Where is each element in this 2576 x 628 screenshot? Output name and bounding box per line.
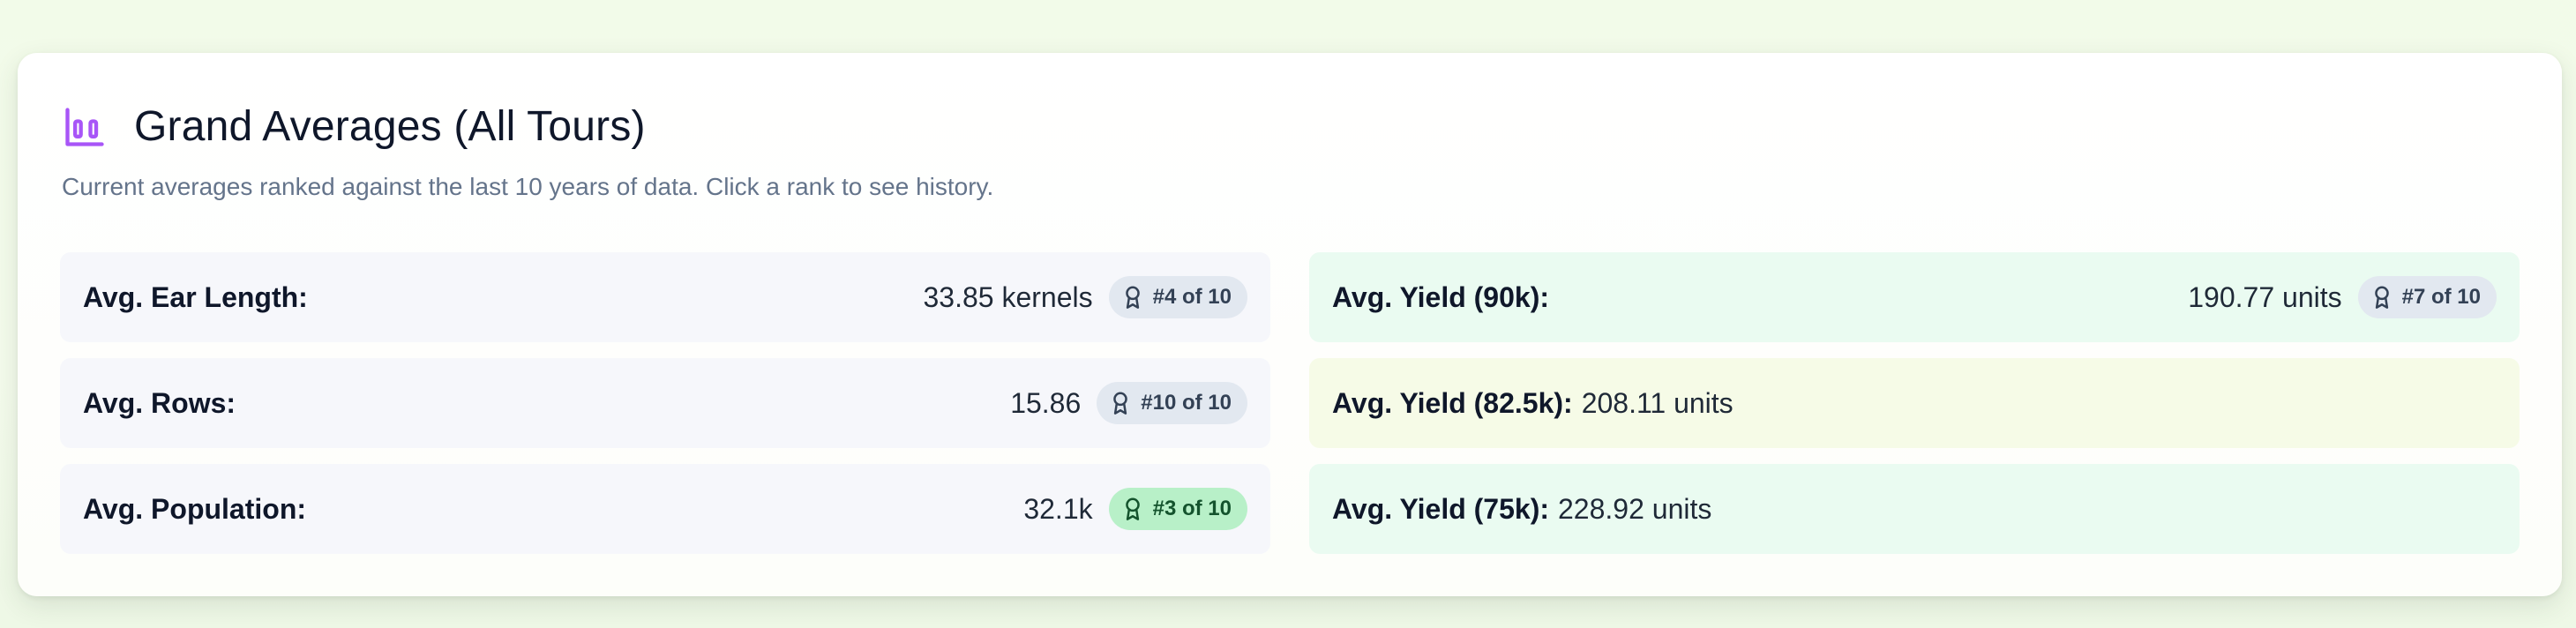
stat-value: 15.86 xyxy=(1010,386,1082,419)
card-title: Grand Averages (All Tours) xyxy=(134,103,646,150)
card-header: Grand Averages (All Tours) xyxy=(62,102,646,151)
stat-label: Avg. Ear Length: xyxy=(83,280,308,313)
rank-badge[interactable]: #3 of 10 xyxy=(1108,488,1247,530)
stat-value: 190.77 units xyxy=(2188,280,2342,313)
rank-text: #3 of 10 xyxy=(1152,497,1232,520)
stat-yield-82-5k: Avg. Yield (82.5k): 208.11 units xyxy=(1309,358,2520,448)
award-icon xyxy=(2374,286,2389,309)
stat-value: 33.85 kernels xyxy=(923,280,1093,313)
stat-value: 228.92 units xyxy=(1558,492,1712,525)
stat-yield-75k: Avg. Yield (75k): 228.92 units xyxy=(1309,464,2520,554)
card-subtitle: Current averages ranked against the last… xyxy=(62,173,994,200)
stat-population: Avg. Population: 32.1k #3 of 10 xyxy=(60,464,1270,554)
stat-label: Avg. Population: xyxy=(83,492,307,525)
rank-text: #4 of 10 xyxy=(1152,285,1232,309)
rank-text: #10 of 10 xyxy=(1141,391,1232,415)
grand-averages-card: Grand Averages (All Tours) Current avera… xyxy=(18,53,2562,596)
award-icon xyxy=(1125,497,1140,520)
stat-value: 208.11 units xyxy=(1581,386,1734,419)
award-icon xyxy=(1125,286,1140,309)
award-icon xyxy=(1113,392,1128,415)
stat-label: Avg. Yield (75k): xyxy=(1332,492,1549,525)
stat-value: 32.1k xyxy=(1023,492,1093,525)
rank-badge[interactable]: #7 of 10 xyxy=(2357,276,2497,318)
stat-label: Avg. Yield (82.5k): xyxy=(1332,386,1573,419)
stat-label: Avg. Yield (90k): xyxy=(1332,280,1549,313)
bar-chart-icon xyxy=(65,107,104,146)
stat-ear-length: Avg. Ear Length: 33.85 kernels #4 of 10 xyxy=(60,252,1270,342)
averages-grid: Avg. Ear Length: 33.85 kernels #4 of 10 … xyxy=(60,252,2520,554)
stat-label: Avg. Rows: xyxy=(83,386,236,419)
rank-text: #7 of 10 xyxy=(2401,285,2481,309)
stat-rows: Avg. Rows: 15.86 #10 of 10 xyxy=(60,358,1270,448)
rank-badge[interactable]: #10 of 10 xyxy=(1097,382,1247,424)
rank-badge[interactable]: #4 of 10 xyxy=(1108,276,1247,318)
stat-yield-90k: Avg. Yield (90k): 190.77 units #7 of 10 xyxy=(1309,252,2520,342)
